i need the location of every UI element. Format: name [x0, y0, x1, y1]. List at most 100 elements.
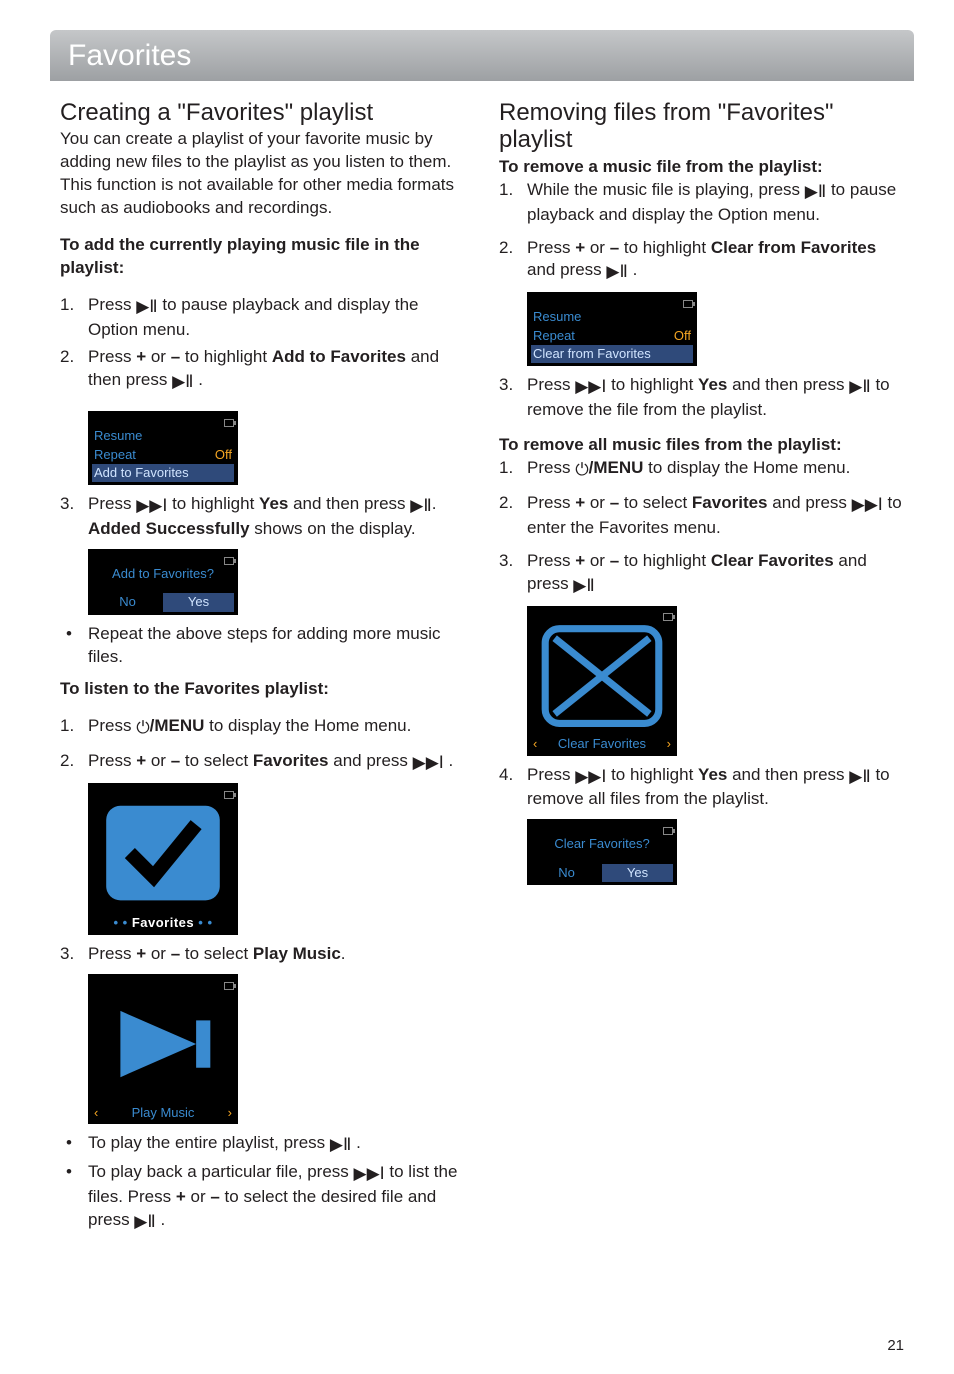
page-title: Favorites: [68, 36, 896, 77]
play-music-icon: [92, 990, 234, 1105]
menu-item: Resume: [94, 428, 142, 444]
next-icon: ▶▶Ⅰ: [413, 752, 444, 775]
menu-item: Repeat: [533, 328, 575, 344]
step-number: 3.: [60, 493, 78, 541]
confirm-no: No: [92, 593, 163, 611]
play-pause-icon: ▶Ⅱ: [134, 1211, 155, 1234]
battery-icon: [224, 791, 234, 799]
device-screen-favorites-home: • • Favorites • •: [88, 783, 238, 935]
step-text: Press ▶▶Ⅰ to highlight Yes and then pres…: [527, 374, 904, 422]
bullet-dot: •: [60, 623, 78, 669]
step-number: 4.: [499, 764, 517, 812]
power-icon: ⏻: [575, 459, 588, 482]
step-text: Press ▶Ⅱ to pause playback and display t…: [88, 294, 465, 342]
step-number: 2.: [499, 237, 517, 285]
play-pause-icon: ▶Ⅱ: [849, 376, 870, 399]
listen-step-2: 2. Press + or – to select Favorites and …: [60, 750, 465, 775]
page-header-banner: Favorites: [50, 30, 914, 81]
menu-item: Resume: [533, 309, 581, 325]
removeall-step-1: 1. Press ⏻/MENU to display the Home menu…: [499, 457, 904, 482]
right-arrow-icon: ›: [228, 1105, 232, 1121]
confirm-question: Clear Favorites?: [531, 835, 673, 853]
menu-item-highlighted: Clear from Favorites: [533, 346, 651, 362]
step-number: 1.: [499, 457, 517, 482]
next-icon: ▶▶Ⅰ: [575, 766, 606, 789]
menu-item-highlighted: Add to Favorites: [94, 465, 189, 481]
step-text: Press ⏻/MENU to display the Home menu.: [88, 715, 465, 740]
battery-icon: [663, 827, 673, 835]
right-arrow-icon: ›: [667, 736, 671, 752]
menu-value: Off: [215, 447, 232, 463]
add-step-2: 2. Press + or – to highlight Add to Favo…: [60, 346, 465, 394]
bullet-dot: •: [60, 1132, 78, 1157]
bullet-text: To play back a particular file, press ▶▶…: [88, 1161, 465, 1234]
confirm-no: No: [531, 864, 602, 882]
step-number: 1.: [499, 179, 517, 227]
left-column: Creating a "Favorites" playlist You can …: [60, 99, 465, 1238]
battery-icon: [663, 613, 673, 621]
next-icon: ▶▶Ⅰ: [852, 494, 883, 517]
two-column-layout: Creating a "Favorites" playlist You can …: [60, 99, 904, 1238]
clear-favorites-icon: [531, 622, 673, 737]
remove-step-1: 1. While the music file is playing, pres…: [499, 179, 904, 227]
step-text: Press + or – to select Play Music.: [88, 943, 465, 966]
next-icon: ▶▶Ⅰ: [136, 495, 167, 518]
clear-favorites-label: Clear Favorites: [558, 736, 646, 752]
add-step-3: 3. Press ▶▶Ⅰ to highlight Yes and then p…: [60, 493, 465, 541]
listen-heading: To listen to the Favorites playlist:: [60, 678, 465, 701]
listen-step-3: 3. Press + or – to select Play Music.: [60, 943, 465, 966]
step-number: 3.: [499, 374, 517, 422]
device-screen-clear-favorites: ‹ Clear Favorites ›: [527, 606, 677, 756]
step-text: Press ▶▶Ⅰ to highlight Yes and then pres…: [88, 493, 465, 541]
confirm-yes: Yes: [163, 593, 234, 611]
step-text: Press + or – to highlight Clear Favorite…: [527, 550, 904, 598]
confirm-question: Add to Favorites?: [92, 565, 234, 583]
battery-icon: [224, 419, 234, 427]
step-text: Press ⏻/MENU to display the Home menu.: [527, 457, 904, 482]
step-text: Press + or – to highlight Clear from Fav…: [527, 237, 904, 285]
creating-intro-text: You can create a playlist of your favori…: [60, 128, 465, 220]
device-screen-clear-option: Resume Repeat Off Clear from Favorites: [527, 292, 697, 366]
step-text: Press + or – to select Favorites and pre…: [88, 750, 465, 775]
battery-icon: [683, 300, 693, 308]
bullet-dot: •: [60, 1161, 78, 1234]
favorites-checkmark-icon: [92, 799, 234, 914]
step-number: 1.: [60, 715, 78, 740]
step-number: 2.: [60, 750, 78, 775]
play-pause-icon: ▶Ⅱ: [136, 296, 157, 319]
add-step-1: 1. Press ▶Ⅱ to pause playback and displa…: [60, 294, 465, 342]
device-screen-option-menu: Resume Repeat Off Add to Favorites: [88, 411, 238, 485]
device-screen-play-music: ‹ Play Music ›: [88, 974, 238, 1124]
page-number: 21: [887, 1336, 904, 1356]
device-screen-confirm-add: Add to Favorites? No Yes: [88, 549, 238, 615]
play-pause-icon: ▶Ⅱ: [805, 181, 826, 204]
battery-icon: [224, 557, 234, 565]
step-number: 3.: [60, 943, 78, 966]
add-current-heading: To add the currently playing music file …: [60, 234, 465, 280]
confirm-yes: Yes: [602, 864, 673, 882]
play-pause-icon: ▶Ⅱ: [172, 371, 193, 394]
repeat-bullet: • Repeat the above steps for adding more…: [60, 623, 465, 669]
step-number: 1.: [60, 294, 78, 342]
next-icon: ▶▶Ⅰ: [354, 1163, 385, 1186]
left-arrow-icon: ‹: [533, 736, 537, 752]
remove-one-heading: To remove a music file from the playlist…: [499, 156, 904, 179]
bullet-text: To play the entire playlist, press ▶Ⅱ .: [88, 1132, 465, 1157]
step-text: Press + or – to select Favorites and pre…: [527, 492, 904, 540]
menu-item: Repeat: [94, 447, 136, 463]
next-icon: ▶▶Ⅰ: [575, 376, 606, 399]
play-pause-icon: ▶Ⅱ: [573, 575, 594, 598]
battery-icon: [224, 982, 234, 990]
play-pause-icon: ▶Ⅱ: [330, 1134, 351, 1157]
play-pause-icon: ▶Ⅱ: [606, 261, 627, 284]
menu-value: Off: [674, 328, 691, 344]
play-entire-bullet: • To play the entire playlist, press ▶Ⅱ …: [60, 1132, 465, 1157]
play-music-label: Play Music: [132, 1105, 195, 1121]
step-text: Press + or – to highlight Add to Favorit…: [88, 346, 465, 394]
step-text: While the music file is playing, press ▶…: [527, 179, 904, 227]
removeall-step-2: 2. Press + or – to select Favorites and …: [499, 492, 904, 540]
removeall-step-4: 4. Press ▶▶Ⅰ to highlight Yes and then p…: [499, 764, 904, 812]
power-icon: ⏻: [136, 717, 149, 740]
remove-step-2: 2. Press + or – to highlight Clear from …: [499, 237, 904, 285]
removeall-step-3: 3. Press + or – to highlight Clear Favor…: [499, 550, 904, 598]
